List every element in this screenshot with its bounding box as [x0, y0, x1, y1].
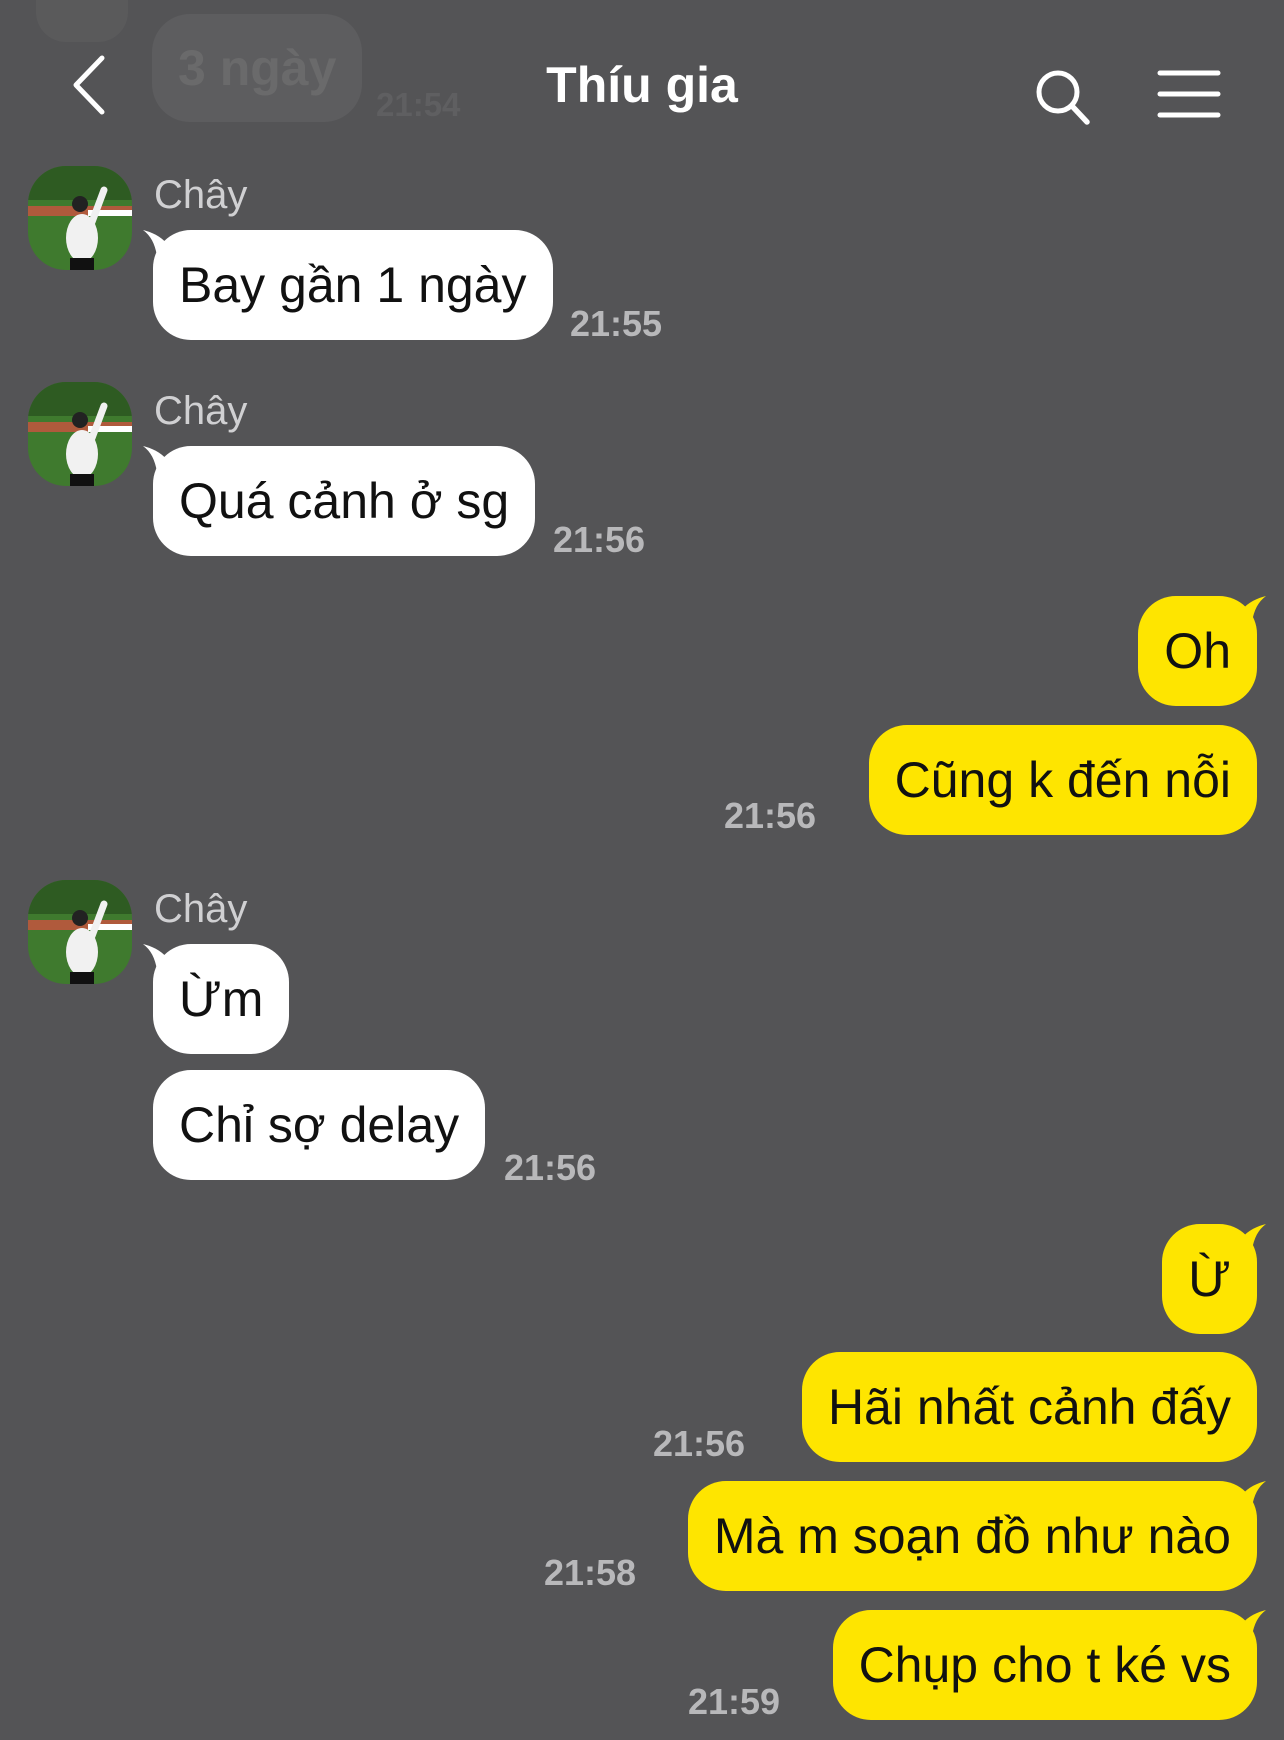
sender-name: Chây — [154, 173, 248, 217]
hamburger-menu-icon — [1157, 70, 1221, 118]
search-button[interactable] — [1034, 68, 1092, 128]
message-time: 21:59 — [688, 1681, 781, 1722]
avatar-photo-icon — [28, 166, 132, 270]
menu-button[interactable] — [1156, 68, 1222, 120]
sender-name: Chây — [154, 887, 248, 931]
avatar-photo-icon — [28, 382, 132, 486]
incoming-message-bubble[interactable]: Quá cảnh ở sg — [153, 446, 536, 556]
incoming-message-bubble[interactable]: Chỉ sợ delay — [153, 1070, 486, 1180]
incoming-message-bubble[interactable]: Bay gần 1 ngày — [153, 230, 553, 340]
outgoing-message-bubble[interactable]: Oh — [1138, 596, 1257, 706]
sender-name: Chây — [154, 389, 248, 433]
sender-avatar[interactable] — [28, 166, 132, 270]
message-time: 21:58 — [544, 1552, 637, 1593]
outgoing-message-bubble[interactable]: Hãi nhất cảnh đấy — [801, 1352, 1257, 1462]
previous-avatar — [36, 0, 128, 42]
avatar-photo-icon — [28, 880, 132, 984]
outgoing-message-bubble[interactable]: Ừ — [1162, 1224, 1257, 1334]
message-time: 21:56 — [724, 795, 817, 836]
outgoing-message-bubble[interactable]: Mà m soạn đồ như nào — [687, 1481, 1257, 1591]
message-time: 21:55 — [570, 303, 663, 344]
outgoing-message-bubble[interactable]: Cũng k đến nỗi — [868, 725, 1257, 835]
sender-avatar[interactable] — [28, 880, 132, 984]
message-time: 21:56 — [653, 1423, 746, 1464]
incoming-message-bubble[interactable]: Ừm — [153, 944, 290, 1054]
search-icon — [1036, 70, 1090, 125]
sender-avatar[interactable] — [28, 382, 132, 486]
message-time: 21:56 — [553, 519, 646, 560]
outgoing-message-bubble[interactable]: Chụp cho t ké vs — [832, 1610, 1257, 1720]
message-time: 21:56 — [504, 1147, 597, 1188]
